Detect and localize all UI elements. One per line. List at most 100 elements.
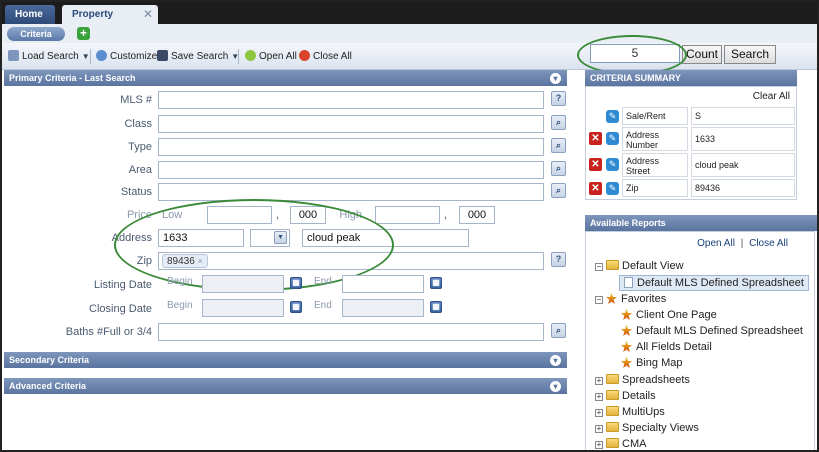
edit-icon[interactable]: ✎ [606, 182, 619, 195]
closing-end-field[interactable] [342, 299, 424, 317]
price-high-thousands: 000 [459, 206, 495, 224]
expand-icon[interactable]: ▾ [550, 355, 561, 366]
load-search-button[interactable]: Load Search ▼ [8, 50, 90, 62]
tree-fav-item[interactable]: Bing Map [621, 356, 682, 370]
expand-icon[interactable]: + [595, 425, 603, 433]
collapse-icon[interactable]: − [595, 263, 603, 271]
save-search-button[interactable]: Save Search ▼ [157, 50, 239, 62]
baths-label: Baths #Full or 3/4 [65, 326, 152, 338]
count-button[interactable]: Count [682, 45, 722, 64]
area-field[interactable] [158, 161, 544, 179]
zip-field[interactable] [158, 252, 544, 270]
calendar-icon[interactable]: ▦ [430, 277, 442, 289]
edit-icon[interactable]: ✎ [606, 110, 619, 123]
primary-criteria-header[interactable]: Primary Criteria - Last Search ▾ [4, 70, 567, 86]
tree-fav-item[interactable]: All Fields Detail [621, 340, 712, 354]
price-high-field[interactable] [375, 206, 440, 224]
calendar-icon[interactable]: ▦ [290, 301, 302, 313]
status-field[interactable] [158, 183, 544, 201]
search-icon[interactable]: ⌕ [551, 115, 566, 130]
toolbar-divider [238, 49, 239, 64]
clear-all-link[interactable]: Clear All [753, 91, 790, 102]
tree-favorites[interactable]: − Favorites [595, 292, 666, 306]
advanced-criteria-title: Advanced Criteria [9, 381, 87, 391]
remove-icon[interactable]: ✕ [589, 182, 602, 195]
tab-home[interactable]: Home [5, 5, 55, 24]
tree-default-view[interactable]: − Default View [595, 259, 684, 273]
address-street-field[interactable]: cloud peak [302, 229, 469, 247]
price-low-label: Low [162, 209, 183, 221]
mls-field[interactable] [158, 91, 544, 109]
secondary-criteria-header[interactable]: Secondary Criteria ▾ [4, 352, 567, 368]
help-icon[interactable]: ? [551, 252, 566, 267]
expand-icon[interactable]: + [595, 441, 603, 449]
tree-folder[interactable]: + Details [595, 389, 656, 403]
favorite-star-icon [621, 309, 632, 320]
tree-label: Details [622, 390, 656, 402]
criteria-summary-header: CRITERIA SUMMARY [585, 70, 797, 86]
listing-end-label: End [314, 276, 332, 287]
type-field[interactable] [158, 138, 544, 156]
calendar-icon[interactable]: ▦ [290, 277, 302, 289]
tree-folder[interactable]: + CMA [595, 437, 646, 450]
class-field[interactable] [158, 115, 544, 133]
search-button[interactable]: Search [724, 45, 776, 64]
criteria-pill[interactable]: Criteria [7, 27, 65, 41]
calendar-icon[interactable]: ▦ [430, 301, 442, 313]
price-low-field[interactable] [207, 206, 272, 224]
tab-property-history[interactable]: Property History ✕ [62, 5, 158, 39]
search-icon[interactable]: ⌕ [551, 161, 566, 176]
search-icon[interactable]: ⌕ [551, 138, 566, 153]
search-icon[interactable]: ⌕ [551, 183, 566, 198]
edit-icon[interactable]: ✎ [606, 132, 619, 145]
listing-begin-label: Begin [167, 276, 193, 287]
tree-fav-item[interactable]: Client One Page [621, 308, 717, 322]
zip-token-label: 89436 [167, 256, 195, 267]
address-direction-select[interactable]: ▼ [250, 229, 290, 247]
tree-folder[interactable]: + MultiUps [595, 405, 665, 419]
close-tab-icon[interactable]: ✕ [143, 5, 153, 24]
close-all-link[interactable]: Close All [749, 238, 788, 249]
tree-folder[interactable]: + Specialty Views [595, 421, 699, 435]
listing-date-label: Listing Date [93, 279, 152, 291]
load-search-icon [8, 50, 19, 61]
tree-label: MultiUps [622, 406, 665, 418]
collapse-icon[interactable]: ▾ [550, 73, 561, 84]
customize-button[interactable]: Customize [96, 50, 157, 62]
expand-icon[interactable]: + [595, 409, 603, 417]
listing-begin-field[interactable] [202, 275, 284, 293]
zip-token[interactable]: 89436 × [162, 254, 208, 268]
collapse-icon[interactable]: − [595, 296, 603, 304]
remove-token-icon[interactable]: × [198, 256, 203, 266]
summary-value: 1633 [691, 127, 795, 151]
primary-criteria-title: Primary Criteria - Last Search [9, 73, 136, 83]
edit-icon[interactable]: ✎ [606, 158, 619, 171]
tree-label: Default MLS Defined Spreadsheet [636, 325, 803, 337]
add-criteria-icon[interactable]: + [77, 27, 90, 40]
chevron-down-icon[interactable]: ▼ [274, 231, 287, 244]
closing-begin-field[interactable] [202, 299, 284, 317]
favorite-star-icon [621, 341, 632, 352]
folder-icon [606, 438, 619, 448]
expand-icon[interactable]: + [595, 393, 603, 401]
open-all-button[interactable]: Open All [245, 50, 297, 62]
tree-folder[interactable]: + Spreadsheets [595, 373, 690, 387]
advanced-criteria-header[interactable]: Advanced Criteria ▾ [4, 378, 567, 394]
tree-fav-item[interactable]: Default MLS Defined Spreadsheet [621, 324, 803, 338]
expand-icon[interactable]: + [595, 377, 603, 385]
open-all-link[interactable]: Open All [697, 238, 735, 249]
criteria-summary-panel: Clear All ✎ Sale/Rent S ✕ ✎ Address Numb… [585, 86, 797, 200]
close-all-button[interactable]: Close All [299, 50, 352, 62]
address-number-field[interactable]: 1633 [158, 229, 244, 247]
tree-default-mls-spreadsheet[interactable]: Default MLS Defined Spreadsheet [619, 275, 809, 291]
count-input[interactable]: 5 [590, 44, 680, 63]
class-label: Class [124, 118, 152, 130]
baths-field[interactable] [158, 323, 544, 341]
remove-icon[interactable]: ✕ [589, 158, 602, 171]
search-icon[interactable]: ⌕ [551, 323, 566, 338]
summary-label: Sale/Rent [622, 107, 688, 125]
remove-icon[interactable]: ✕ [589, 132, 602, 145]
help-icon[interactable]: ? [551, 91, 566, 106]
listing-end-field[interactable] [342, 275, 424, 293]
expand-icon[interactable]: ▾ [550, 381, 561, 392]
